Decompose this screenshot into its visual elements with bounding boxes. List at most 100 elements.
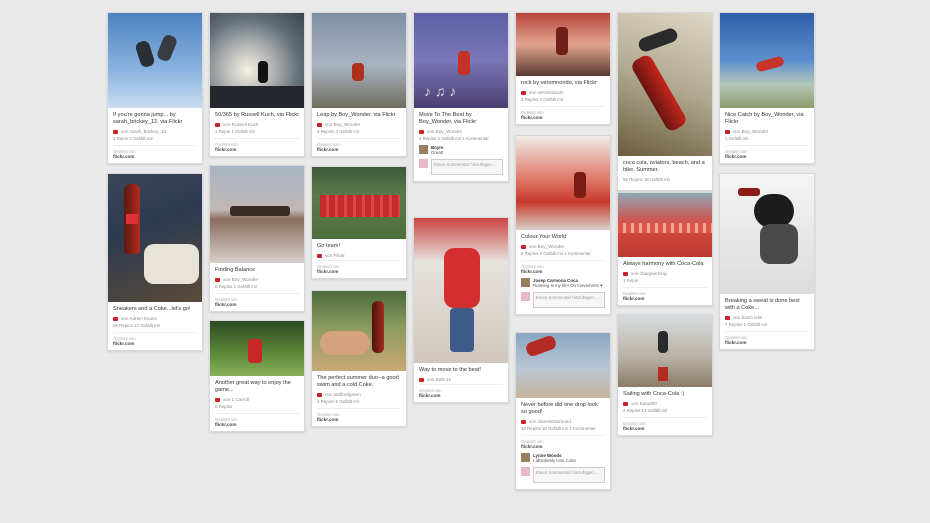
pin-card[interactable]: The perfect summer duo--a good swim and … [311, 290, 407, 427]
pin-via[interactable]: von staffordgreen [317, 392, 401, 397]
pin-image[interactable] [108, 174, 202, 302]
pin-via[interactable]: von chaoyuiching [623, 271, 707, 276]
comment-form: Einen Kommentar hinzufügen ... [521, 467, 605, 483]
pin-via[interactable]: von butch lelis [725, 315, 809, 320]
pin-image[interactable]: ♪ ♫ ♪ [414, 13, 508, 108]
comment-form: Einen Kommentar hinzufügen ... [419, 159, 503, 175]
pin-image[interactable] [618, 193, 712, 257]
pin-description: Sailing with Coca-Cola :) [623, 391, 685, 397]
pin-source[interactable]: Gepinnt von flickr.com [521, 106, 605, 120]
pin-image[interactable] [516, 13, 610, 76]
pin-image[interactable] [618, 315, 712, 387]
pin-via[interactable]: von Adrien Evans [113, 316, 197, 321]
pin-source[interactable]: Gepinnt von flickr.com [317, 260, 401, 274]
pin-stats: 1 Repin [623, 278, 639, 283]
pin-stats: 3 Repins 6 Gefällt mir [317, 399, 360, 404]
avatar [419, 159, 428, 168]
pin-description: The perfect summer duo--a good swim and … [317, 375, 399, 388]
pin-image[interactable] [210, 321, 304, 376]
pin-card[interactable]: Always harmony with Coca-Cola von chaoyu… [617, 192, 713, 306]
pin-card[interactable]: Breaking a sweat is done best with a Cok… [719, 173, 815, 350]
pin-description: If you're gonna jump... by sarah_brickey… [113, 112, 183, 125]
pin-card[interactable]: Sneakers and a Coke...let's go! von Adri… [107, 173, 203, 351]
pin-image[interactable] [720, 13, 814, 108]
pin-source[interactable]: Gepinnt von flickr.com [521, 435, 605, 449]
pin-source[interactable]: Gepinnt von flickr.com [623, 287, 707, 301]
pin-card[interactable]: Colour Your World von Boy_Wonder 8 Repin… [515, 135, 611, 315]
pin-card[interactable]: rock by veromnondo, via Flickr von verom… [515, 12, 611, 125]
avatar[interactable] [521, 453, 530, 462]
pin-image[interactable] [720, 174, 814, 294]
pin-source[interactable]: Gepinnt von flickr.com [521, 260, 605, 274]
pin-image[interactable] [312, 13, 406, 108]
pin-via[interactable]: von Boy_Wonder [215, 277, 299, 282]
pin-image[interactable] [312, 167, 406, 239]
avatar [521, 292, 530, 301]
user-icon [419, 129, 424, 134]
pin-description: Way to move to the beat! [419, 367, 481, 373]
pin-via[interactable]: von Flickr [317, 253, 401, 258]
pin-via[interactable]: von 6SB-12 [419, 377, 503, 382]
pin-card[interactable]: Way to move to the beat! von 6SB-12 Gepi… [413, 217, 509, 403]
user-icon [725, 315, 730, 320]
pin-via[interactable]: von Kata290 [623, 401, 707, 406]
comment-input[interactable]: Einen Kommentar hinzufügen ... [533, 292, 605, 308]
pin-image[interactable] [312, 291, 406, 371]
pin-card[interactable]: Leap by Boy_Wonder, via Flickr von Boy_W… [311, 12, 407, 157]
pin-source[interactable]: Gepinnt von flickr.com [317, 138, 401, 152]
pin-via[interactable]: von Boy_Wonder [419, 129, 503, 134]
pin-via[interactable]: von L Carroll [215, 397, 299, 402]
pin-via[interactable]: von JamesDesmond [521, 419, 605, 424]
pin-source[interactable]: Gepinnt von flickr.com [215, 293, 299, 307]
pin-source[interactable]: Gepinnt von flickr.com [113, 332, 197, 346]
pin-source[interactable]: Gepinnt von flickr.com [317, 408, 401, 422]
comment-text: I absolutely love Coke [533, 458, 576, 463]
pin-image[interactable] [108, 13, 202, 108]
pin-via[interactable]: von Boy_Wonder [725, 129, 809, 134]
pin-description: Never before did one drop look so good! [521, 402, 598, 415]
pin-image[interactable] [516, 333, 610, 398]
pin-stats: 1 Repin 1 Gefällt mir [215, 129, 256, 134]
pin-card[interactable]: Sailing with Coca-Cola :) von Kata290 2 … [617, 314, 713, 436]
pin-card[interactable]: coca cola, aviators, beach, and a bike. … [617, 12, 713, 191]
pin-source[interactable]: Gepinnt von flickr.com [113, 145, 197, 159]
pin-image[interactable] [516, 136, 610, 230]
pin-description: Another great way to enjoy the game... [215, 380, 291, 393]
user-icon [623, 401, 628, 406]
pin-stats: 2 Repins 13 Gefällt mir [623, 408, 668, 413]
pin-stats: 36 Repins 13 Gefällt mir [113, 323, 161, 328]
avatar[interactable] [521, 278, 530, 287]
pin-via[interactable]: von Boy_Wonder [317, 122, 401, 127]
comment-input[interactable]: Einen Kommentar hinzufügen ... [431, 159, 503, 175]
pin-card[interactable]: Nice Catch by Boy_Wonder, via Flickr von… [719, 12, 815, 164]
user-icon [113, 316, 118, 321]
pin-description: rock by veromnondo, via Flickr [521, 80, 597, 86]
pin-image[interactable] [210, 13, 304, 108]
pin-via[interactable]: von veromnondo [521, 90, 605, 95]
avatar[interactable] [419, 145, 428, 154]
pin-card[interactable]: Finding Balance von Boy_Wonder 6 Repins … [209, 165, 305, 312]
pin-description: 50/365 by Russell Kuch, via Flickr [215, 112, 299, 118]
user-icon [521, 419, 526, 424]
pin-image[interactable] [618, 13, 712, 156]
pin-source[interactable]: Gepinnt von flickr.com [623, 417, 707, 431]
pin-source[interactable]: Gepinnt von flickr.com [725, 331, 809, 345]
pin-card[interactable]: ♪ ♫ ♪ Move To The Beat by Boy_Wonder, vi… [413, 12, 509, 182]
pin-card[interactable]: Go team! von Flickr Gepinnt von flickr.co… [311, 166, 407, 279]
pin-source[interactable]: Gepinnt von flickr.com [215, 138, 299, 152]
pin-via[interactable]: von Russell Kuch [215, 122, 299, 127]
pin-card[interactable]: 50/365 by Russell Kuch, via Flickr von R… [209, 12, 305, 157]
pin-via[interactable]: von sarah_brickey_13 [113, 129, 197, 134]
user-icon [725, 129, 730, 134]
pin-card[interactable]: Another great way to enjoy the game... v… [209, 320, 305, 432]
pin-image[interactable] [210, 166, 304, 263]
pin-source[interactable]: Gepinnt von flickr.com [419, 384, 503, 398]
pin-image[interactable] [414, 218, 508, 363]
pin-source[interactable]: Gepinnt von flickr.com [725, 145, 809, 159]
comment-input[interactable]: Einen Kommentar hinzufügen ... [533, 467, 605, 483]
pin-card[interactable]: If you're gonna jump... by sarah_brickey… [107, 12, 203, 164]
pin-via[interactable]: von Boy_Wonder [521, 244, 605, 249]
pin-card[interactable]: Never before did one drop look so good! … [515, 332, 611, 490]
user-icon [317, 122, 322, 127]
pin-source[interactable]: Gepinnt von flickr.com [215, 413, 299, 427]
